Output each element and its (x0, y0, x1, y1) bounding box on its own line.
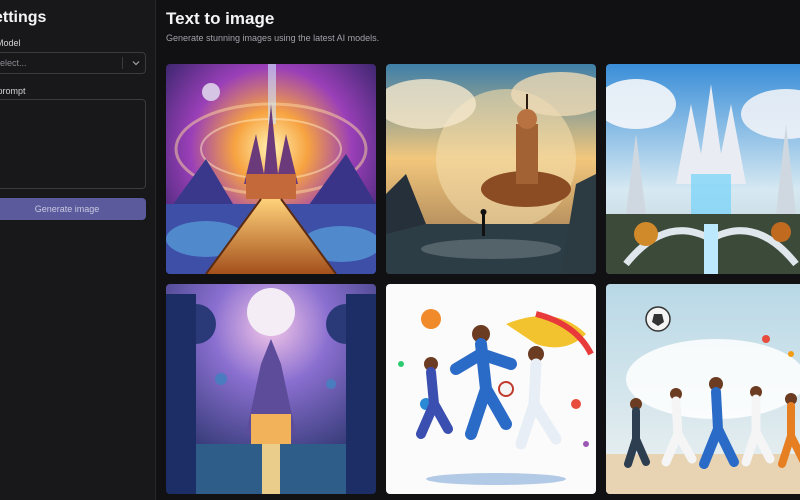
chevron-down-icon[interactable] (127, 53, 145, 73)
app-window: ettings Model elect... r prompt Generate… (0, 0, 800, 500)
gallery-image[interactable] (386, 64, 596, 274)
page-subtitle: Generate stunning images using the lates… (166, 33, 380, 43)
model-select-value: elect... (0, 58, 27, 68)
gallery-image[interactable] (386, 284, 596, 494)
soccer-players-image (606, 284, 800, 494)
gallery-image[interactable] (166, 64, 376, 274)
crystal-city-image (606, 64, 800, 274)
gallery-image[interactable] (166, 284, 376, 494)
airship-image (386, 64, 596, 274)
athletes-image (386, 284, 596, 494)
gallery-image[interactable] (606, 284, 800, 494)
image-gallery (166, 64, 800, 500)
generate-image-button[interactable]: Generate image (0, 198, 146, 220)
settings-sidebar: ettings Model elect... r prompt Generate… (0, 0, 156, 500)
castle-bridge-image (166, 64, 376, 274)
page-title: Text to image (166, 9, 275, 28)
model-select[interactable]: elect... (0, 52, 146, 74)
moon-temple-image (166, 284, 376, 494)
select-separator (122, 57, 123, 69)
prompt-label: r prompt (0, 86, 26, 96)
gallery-image[interactable] (606, 64, 800, 274)
prompt-textarea[interactable] (0, 99, 146, 189)
model-label: Model (0, 38, 21, 48)
sidebar-title: ettings (0, 9, 47, 26)
